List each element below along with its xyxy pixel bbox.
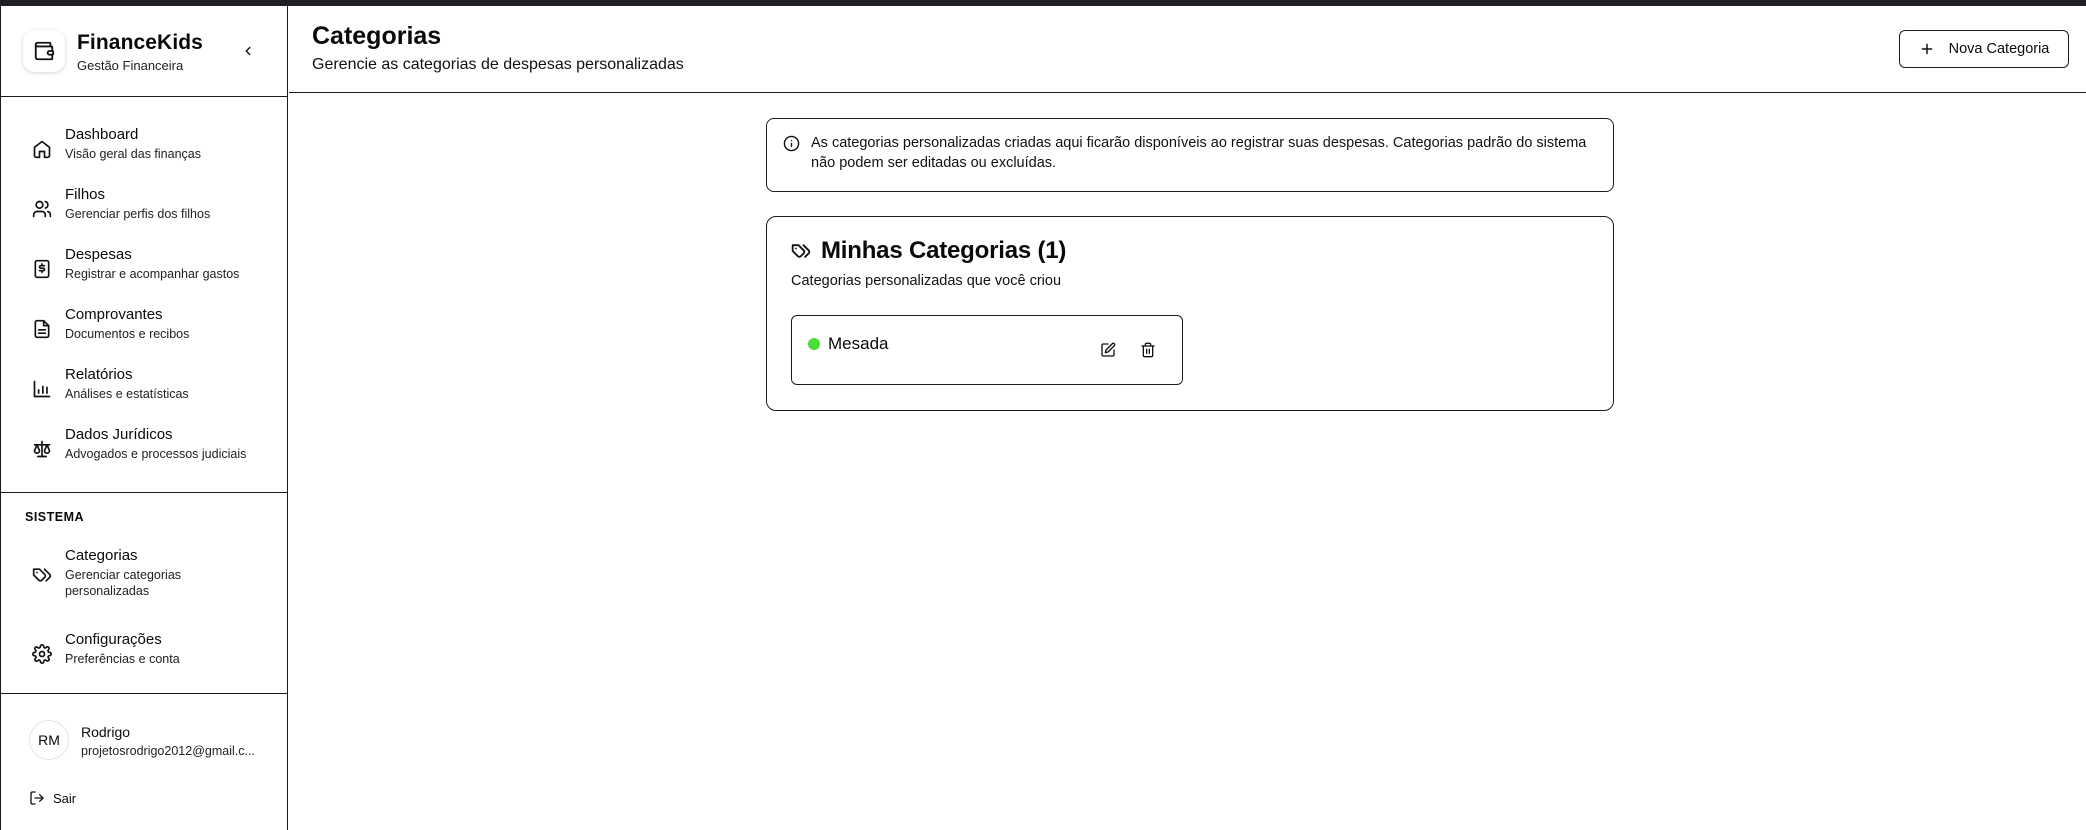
logout-button[interactable]: Sair [29,788,76,808]
sidebar-divider [1,492,287,493]
sidebar-item-label: Configurações [65,631,162,648]
card-header: Minhas Categorias (1) [791,237,1066,265]
gear-icon [31,643,53,665]
wallet-icon [23,30,65,72]
plus-icon [1919,41,1935,57]
scale-icon [31,438,53,460]
sidebar-item-despesas[interactable]: Despesas Registrar e acompanhar gastos [1,243,287,295]
trash-icon[interactable] [1138,340,1158,360]
page-title: Categorias [312,22,442,50]
my-categories-card: Minhas Categorias (1) Categorias persona… [766,216,1614,411]
section-label-sistema: SISTEMA [25,510,85,524]
sidebar-item-desc: Visão geral das finanças [65,147,201,161]
user-email: projetosrodrigo2012@gmail.c... [81,744,255,758]
sidebar-item-dados-juridicos[interactable]: Dados Jurídicos Advogados e processos ju… [1,423,287,475]
home-icon [31,138,53,160]
user-name: Rodrigo [81,724,131,740]
sidebar-item-label: Categorias [65,547,138,564]
category-color-dot [808,338,820,350]
users-icon [31,198,53,220]
logout-icon [29,790,45,806]
sidebar-item-label: Relatórios [65,366,133,383]
page-subtitle: Gerencie as categorias de despesas perso… [312,56,684,73]
info-alert: As categorias personalizadas criadas aqu… [766,118,1614,192]
brand-header: FinanceKids Gestão Financeira [1,6,287,97]
avatar: RM [29,720,69,760]
info-icon [783,135,801,153]
logout-label: Sair [53,790,77,806]
sidebar-item-filhos[interactable]: Filhos Gerenciar perfis dos filhos [1,183,287,235]
card-subtitle: Categorias personalizadas que você criou [791,273,1062,289]
sidebar-item-categorias[interactable]: Categorias Gerenciar categorias personal… [1,544,287,608]
sidebar-item-label: Despesas [65,246,132,263]
sidebar-item-desc: Registrar e acompanhar gastos [65,267,240,281]
brand-subtitle: Gestão Financeira [77,58,184,73]
sidebar-item-dashboard[interactable]: Dashboard Visão geral das finanças [1,123,287,175]
category-item: Mesada [791,315,1183,385]
sidebar-item-configuracoes[interactable]: Configurações Preferências e conta [1,628,287,680]
sidebar-item-desc: Advogados e processos judiciais [65,447,247,461]
tags-icon [31,564,53,586]
card-title: Minhas Categorias (1) [821,237,1067,264]
info-text: As categorias personalizadas criadas aqu… [811,135,1587,171]
category-name: Mesada [828,334,889,353]
chevron-left-icon[interactable] [239,40,257,62]
sidebar-item-desc: Gerenciar categorias [65,568,182,582]
add-category-button[interactable]: Nova Categoria [1899,30,2069,68]
sidebar-item-desc: Gerenciar perfis dos filhos [65,207,211,221]
receipt-dollar-icon [31,258,53,280]
edit-icon[interactable] [1098,340,1118,360]
page-header: Categorias Gerencie as categorias de des… [289,6,2086,93]
sidebar: FinanceKids Gestão Financeira Dashboard … [0,6,288,830]
tags-icon [791,241,811,261]
user-profile[interactable]: RM Rodrigo projetosrodrigo2012@gmail.c..… [1,706,287,766]
sidebar-item-label: Dados Jurídicos [65,426,173,443]
file-text-icon [31,318,53,340]
bar-chart-icon [31,378,53,400]
sidebar-item-desc: Análises e estatísticas [65,387,189,401]
sidebar-item-relatorios[interactable]: Relatórios Análises e estatísticas [1,363,287,415]
sidebar-item-label: Dashboard [65,126,139,143]
add-category-label: Nova Categoria [1948,41,2050,57]
sidebar-item-label: Comprovantes [65,306,163,323]
sidebar-item-desc-continued: personalizadas [65,584,150,598]
sidebar-item-label: Filhos [65,186,106,203]
sidebar-item-desc: Preferências e conta [65,652,180,666]
sidebar-item-desc: Documentos e recibos [65,327,190,341]
brand-title: FinanceKids [77,31,203,54]
sidebar-item-comprovantes[interactable]: Comprovantes Documentos e recibos [1,303,287,355]
sidebar-divider [1,693,287,694]
